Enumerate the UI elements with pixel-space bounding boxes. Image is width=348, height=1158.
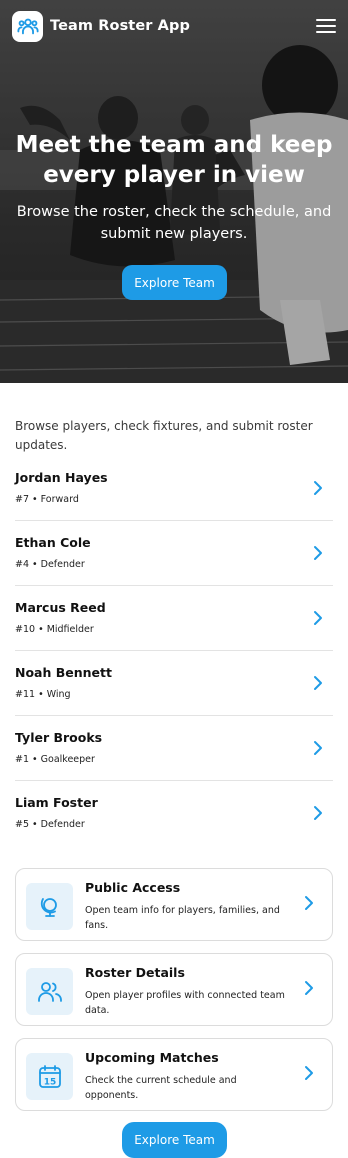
player-meta: #1 • Goalkeeper bbox=[15, 754, 95, 765]
card-title: Roster Details bbox=[85, 965, 185, 980]
explore-team-button[interactable]: Explore Team bbox=[122, 265, 227, 300]
player-name: Jordan Hayes bbox=[15, 470, 108, 485]
player-meta: #4 • Defender bbox=[15, 559, 85, 570]
chevron-right-icon[interactable] bbox=[313, 610, 323, 626]
chevron-right-icon[interactable] bbox=[313, 805, 323, 821]
people-icon bbox=[26, 968, 73, 1015]
card-title: Upcoming Matches bbox=[85, 1050, 219, 1065]
list-item[interactable]: Noah Bennett #11 • Wing bbox=[15, 651, 333, 716]
list-item[interactable]: Liam Foster #5 • Defender bbox=[15, 781, 333, 846]
card-description: Check the current schedule and opponents… bbox=[85, 1075, 237, 1101]
calendar-day-label: 15 bbox=[43, 1077, 56, 1087]
team-people-icon[interactable] bbox=[12, 10, 43, 42]
menu-bar bbox=[316, 31, 336, 33]
player-name: Ethan Cole bbox=[15, 535, 91, 550]
hero-title: Meet the team and keep every player in v… bbox=[15, 132, 333, 188]
list-item[interactable]: Jordan Hayes #7 • Forward bbox=[15, 456, 333, 521]
card-description: Open team info for players, families, an… bbox=[85, 905, 280, 931]
globe-icon bbox=[26, 883, 73, 930]
player-name: Tyler Brooks bbox=[15, 730, 103, 745]
list-item[interactable]: Ethan Cole #4 • Defender bbox=[15, 521, 333, 586]
player-list: Jordan Hayes #7 • Forward Ethan Cole #4 … bbox=[15, 456, 333, 846]
chevron-right-icon[interactable] bbox=[313, 740, 323, 756]
hamburger-menu-icon[interactable] bbox=[316, 18, 336, 34]
player-name: Noah Bennett bbox=[15, 665, 112, 680]
player-meta: #5 • Defender bbox=[15, 819, 85, 830]
player-name: Marcus Reed bbox=[15, 600, 106, 615]
top-bar: Team Roster App bbox=[0, 0, 348, 52]
hero-subtitle: Browse the roster, check the schedule, a… bbox=[16, 204, 332, 242]
app-title: Team Roster App bbox=[50, 18, 190, 34]
hero-overlay bbox=[0, 0, 348, 383]
hero-section: Team Roster App Meet the team and keep e… bbox=[0, 0, 348, 383]
menu-bar bbox=[316, 19, 336, 21]
roster-details-card[interactable]: Roster Details Open player profiles with… bbox=[15, 953, 333, 1026]
chevron-right-icon[interactable] bbox=[304, 1065, 314, 1081]
public-access-card[interactable]: Public Access Open team info for players… bbox=[15, 868, 333, 941]
chevron-right-icon[interactable] bbox=[304, 895, 314, 911]
upcoming-matches-card[interactable]: 15 Upcoming Matches Check the current sc… bbox=[15, 1038, 333, 1111]
card-description: Open player profiles with connected team… bbox=[85, 990, 285, 1016]
chevron-right-icon[interactable] bbox=[313, 480, 323, 496]
menu-bar bbox=[316, 25, 336, 27]
player-meta: #11 • Wing bbox=[15, 689, 71, 700]
chevron-right-icon[interactable] bbox=[313, 545, 323, 561]
list-item[interactable]: Marcus Reed #10 • Midfielder bbox=[15, 586, 333, 651]
card-title: Public Access bbox=[85, 880, 181, 895]
player-meta: #10 • Midfielder bbox=[15, 624, 94, 635]
player-meta: #7 • Forward bbox=[15, 494, 79, 505]
calendar-icon: 15 bbox=[26, 1053, 73, 1100]
chevron-right-icon[interactable] bbox=[313, 675, 323, 691]
chevron-right-icon[interactable] bbox=[304, 980, 314, 996]
player-name: Liam Foster bbox=[15, 795, 98, 810]
explore-team-button-bottom[interactable]: Explore Team bbox=[122, 1122, 227, 1158]
intro-text: Browse players, check fixtures, and subm… bbox=[15, 419, 313, 452]
list-item[interactable]: Tyler Brooks #1 • Goalkeeper bbox=[15, 716, 333, 781]
